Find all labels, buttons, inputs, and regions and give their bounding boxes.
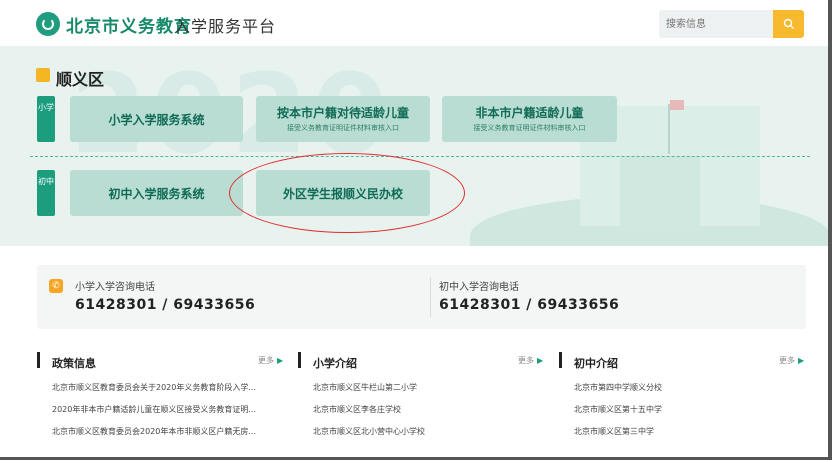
middle-enrollment-button[interactable]: 初中入学服务系统 (70, 170, 243, 216)
column-title: 政策信息 (52, 357, 96, 370)
list-item[interactable]: 北京市顺义区李各庄学校 (313, 404, 401, 415)
primary-enrollment-button[interactable]: 小学入学服务系统 (70, 96, 243, 142)
chevron-right-icon: ▶ (277, 356, 284, 365)
phone-icon: ✆ (49, 279, 63, 293)
list-item[interactable]: 北京市顺义区牛栏山第二小学 (313, 382, 417, 393)
primary-stage-tag: 小学 (37, 96, 55, 142)
list-item[interactable]: 北京市顺义区教育委员会2020年本市非顺义区户籍无房... (52, 426, 256, 437)
button-title: 初中入学服务系统 (108, 187, 205, 201)
middle-stage-tag: 初中 (37, 170, 55, 216)
background-flag (670, 100, 684, 110)
primary-hotline-number: 61428301 / 69433656 (75, 297, 256, 313)
middle-hotline-number: 61428301 / 69433656 (439, 297, 620, 313)
page: 北京市义务教育 入学服务平台 2020 顺义区 小学 小学入学服务系统 按本市户… (0, 0, 832, 460)
middle-more-link[interactable]: 更多 ▶ (779, 355, 804, 366)
district-icon (36, 68, 50, 82)
primary-more-link[interactable]: 更多 ▶ (518, 355, 543, 366)
search-icon (783, 18, 794, 29)
chevron-right-icon: ▶ (798, 356, 805, 365)
local-hukou-children-button[interactable]: 按本市户籍对待适龄儿童 接受义务教育证明证件材料审核入口 (256, 96, 430, 142)
column-marker (37, 352, 40, 368)
list-item[interactable]: 北京市顺义区北小营中心小学校 (313, 426, 425, 437)
nonlocal-hukou-children-button[interactable]: 非本市户籍适龄儿童 接受义务教育证明证件材料审核入口 (442, 96, 617, 142)
hotline-panel: ✆ 小学入学咨询电话 61428301 / 69433656 初中入学咨询电话 … (37, 265, 806, 329)
search-button[interactable] (773, 10, 804, 38)
column-marker (559, 352, 562, 368)
logo-icon[interactable] (36, 12, 60, 36)
button-subtitle: 接受义务教育证明证件材料审核入口 (287, 124, 399, 132)
button-title: 非本市户籍适龄儿童 (475, 106, 584, 120)
primary-hotline-label: 小学入学咨询电话 (75, 282, 155, 293)
button-subtitle: 接受义务教育证明证件材料审核入口 (473, 124, 586, 132)
list-item[interactable]: 2020年非本市户籍适龄儿童在顺义区接受义务教育证明... (52, 404, 256, 415)
background-building-front (620, 156, 700, 226)
background-flagpole (668, 104, 670, 154)
brand-subtitle: 入学服务平台 (174, 17, 277, 36)
hotline-divider (430, 277, 431, 317)
more-label: 更多 (258, 356, 274, 365)
header: 北京市义务教育 入学服务平台 (0, 0, 828, 46)
column-title: 初中介绍 (574, 357, 618, 370)
column-marker (298, 352, 301, 368)
list-item[interactable]: 北京市第四中学顺义分校 (574, 382, 662, 393)
button-title: 按本市户籍对待适龄儿童 (276, 106, 409, 120)
search-input[interactable] (659, 10, 773, 38)
district-name: 顺义区 (56, 70, 105, 89)
more-label: 更多 (779, 356, 795, 365)
highlight-oval (229, 153, 465, 233)
policy-more-link[interactable]: 更多 ▶ (258, 355, 283, 366)
column-title: 小学介绍 (313, 357, 357, 370)
list-item[interactable]: 北京市顺义区第三中学 (574, 426, 654, 437)
list-item[interactable]: 北京市顺义区教育委员会关于2020年义务教育阶段入学... (52, 382, 256, 393)
more-label: 更多 (518, 356, 534, 365)
middle-hotline-label: 初中入学咨询电话 (439, 282, 519, 293)
hero-section: 2020 顺义区 小学 小学入学服务系统 按本市户籍对待适龄儿童 接受义务教育证… (0, 46, 828, 246)
section-divider (30, 156, 810, 157)
chevron-right-icon: ▶ (537, 356, 544, 365)
button-title: 小学入学服务系统 (108, 113, 205, 127)
list-item[interactable]: 北京市顺义区第十五中学 (574, 404, 662, 415)
